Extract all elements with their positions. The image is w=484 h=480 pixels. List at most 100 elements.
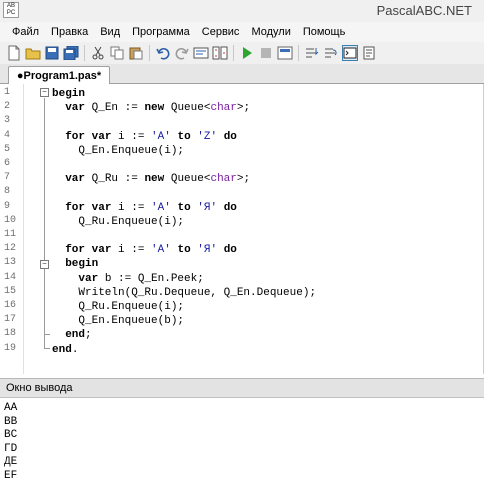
output-window[interactable]: AA BB BC ГD ДE EF bbox=[0, 398, 484, 480]
code-token: var bbox=[78, 272, 99, 285]
tab-label: ●Program1.pas* bbox=[16, 70, 102, 82]
line-number: 13 bbox=[4, 257, 17, 269]
code-token: Writeln(Q_Ru.Dequeue, Q_En.Dequeue); bbox=[52, 286, 317, 299]
code-token: end bbox=[65, 329, 86, 342]
run-icon[interactable] bbox=[239, 45, 255, 61]
code-token: var bbox=[65, 102, 86, 115]
code-token: for bbox=[65, 130, 86, 143]
output-line: AA bbox=[4, 402, 18, 414]
code-token: do bbox=[223, 201, 237, 214]
code-token: for bbox=[65, 244, 86, 257]
line-number: 16 bbox=[4, 300, 17, 311]
line-number: 7 bbox=[4, 172, 11, 184]
compare-icon[interactable] bbox=[212, 45, 228, 61]
line-number: 9 bbox=[4, 200, 11, 212]
line-number: 1 bbox=[4, 87, 11, 98]
code-token: to bbox=[177, 130, 191, 143]
cut-icon[interactable] bbox=[90, 45, 106, 61]
code-token: i := bbox=[111, 130, 152, 143]
code-token: Q_En.Enqueue(i); bbox=[52, 144, 185, 157]
line-number: 12 bbox=[4, 243, 17, 255]
code-token: 'A' bbox=[151, 201, 171, 214]
open-folder-icon[interactable] bbox=[25, 45, 41, 61]
code-token: Queue< bbox=[164, 173, 211, 186]
code-token: new bbox=[144, 173, 165, 186]
code-token: b := Q_En.Peek; bbox=[98, 272, 204, 285]
code-line: Writeln(Q_Ru.Dequeue, Q_En.Dequeue); bbox=[52, 286, 316, 300]
refactor-icon[interactable] bbox=[193, 45, 209, 61]
code-line: var Q_En := new Queue<char>; bbox=[52, 101, 250, 115]
output-line: ГD bbox=[4, 442, 18, 455]
output-line: BB bbox=[4, 415, 18, 428]
code-line: begin bbox=[52, 87, 85, 101]
output-window-icon[interactable] bbox=[342, 45, 358, 61]
code-token: begin bbox=[65, 258, 99, 271]
code-line: Q_Ru.Enqueue(i); bbox=[52, 215, 184, 229]
stop-icon[interactable] bbox=[258, 45, 274, 61]
line-number: 15 bbox=[4, 285, 17, 297]
code-editor[interactable]: 1 2 3 4 5 6 7 8 9 10 11 12 13 14 15 16 17 18 19 − − begin … bbox=[0, 84, 484, 374]
menu-item[interactable]: Вид bbox=[94, 22, 126, 42]
save-icon[interactable] bbox=[44, 45, 60, 61]
menu-item[interactable]: Программа bbox=[126, 22, 196, 42]
code-token: Q_En.Enqueue(b); bbox=[52, 315, 185, 328]
code-line: Q_Ru.Enqueue(i); bbox=[52, 300, 184, 314]
step-into-icon[interactable] bbox=[304, 45, 320, 61]
line-number: 18 bbox=[4, 328, 17, 340]
app-logo-icon: AB PC bbox=[3, 2, 19, 18]
code-token: i := bbox=[111, 244, 152, 257]
output-window-header: Окно вывода bbox=[0, 378, 484, 398]
code-token: 'Z' bbox=[197, 130, 218, 143]
code-token: for bbox=[65, 201, 86, 214]
line-number: 3 bbox=[4, 115, 11, 127]
code-line: for var i := 'A' to 'Z' do bbox=[52, 130, 237, 144]
fold-guide-line bbox=[44, 98, 45, 348]
toolbar-separator bbox=[149, 45, 150, 61]
redo-icon[interactable] bbox=[174, 45, 190, 61]
code-token: var bbox=[65, 173, 86, 186]
code-token: 'A' bbox=[151, 244, 171, 257]
toolbar bbox=[0, 42, 484, 64]
properties-icon[interactable] bbox=[361, 45, 377, 61]
code-token: . bbox=[71, 343, 79, 356]
step-over-icon[interactable] bbox=[323, 45, 339, 61]
toolbar-separator bbox=[84, 45, 85, 61]
code-token: begin bbox=[52, 88, 86, 100]
code-line: Q_En.Enqueue(i); bbox=[52, 144, 184, 158]
code-token: var bbox=[91, 244, 112, 257]
new-file-icon[interactable] bbox=[6, 45, 22, 61]
copy-icon[interactable] bbox=[109, 45, 125, 61]
code-token: do bbox=[223, 244, 237, 257]
code-token: Q_Ru := bbox=[85, 173, 145, 186]
code-token: 'Я' bbox=[197, 201, 218, 214]
code-token: char bbox=[210, 102, 237, 115]
save-all-icon[interactable] bbox=[63, 45, 79, 61]
code-token: var bbox=[91, 130, 112, 143]
tab-program1[interactable]: ●Program1.pas* bbox=[8, 66, 110, 85]
menu-item[interactable]: Модули bbox=[245, 22, 296, 42]
title-bar: AB PC PascalABC.NET bbox=[0, 0, 484, 22]
code-line: for var i := 'A' to 'Я' do bbox=[52, 201, 237, 215]
line-number: 5 bbox=[4, 143, 11, 155]
code-token: >; bbox=[236, 173, 251, 186]
debug-icon[interactable] bbox=[277, 45, 293, 61]
menu-item[interactable]: Помощь bbox=[297, 22, 352, 42]
menu-item[interactable]: Правка bbox=[45, 22, 94, 42]
paste-icon[interactable] bbox=[128, 45, 144, 61]
menu-item[interactable]: Файл bbox=[6, 22, 45, 42]
output-line: EF bbox=[4, 469, 18, 480]
code-token: Q_Ru.Enqueue(i); bbox=[52, 301, 185, 313]
undo-icon[interactable] bbox=[155, 45, 171, 61]
fold-toggle-icon[interactable]: − bbox=[40, 260, 49, 269]
fold-toggle-icon[interactable]: − bbox=[40, 88, 49, 97]
line-number: 14 bbox=[4, 271, 17, 283]
menu-item[interactable]: Сервис bbox=[196, 22, 246, 42]
